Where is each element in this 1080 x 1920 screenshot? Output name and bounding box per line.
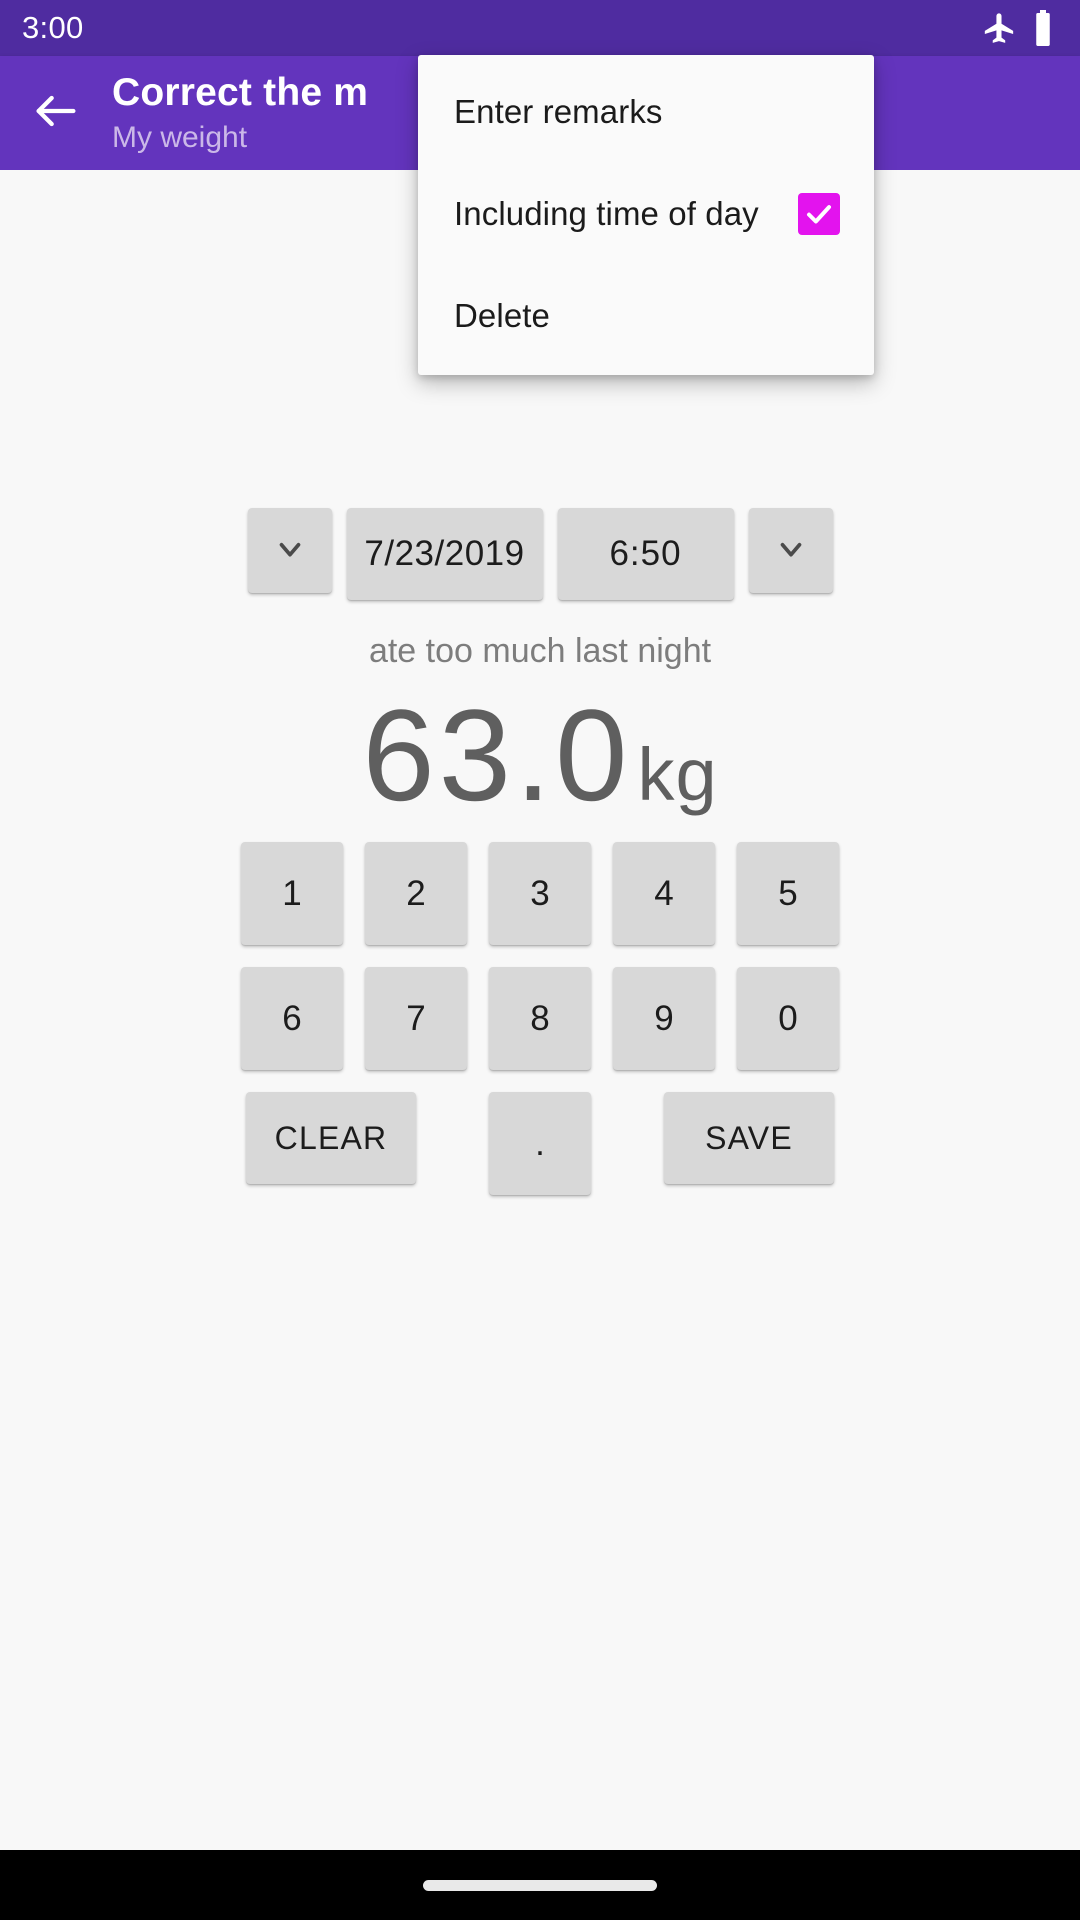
keypad-row-actions: CLEAR . SAVE	[246, 1092, 834, 1195]
status-bar: 3:00	[0, 0, 1080, 56]
toolbar-title-block: Correct the m My weight	[112, 56, 368, 170]
chevron-down-icon	[774, 532, 808, 569]
back-arrow-icon	[30, 85, 82, 142]
date-button[interactable]: 7/23/2019	[346, 508, 543, 600]
key-6[interactable]: 6	[241, 967, 343, 1070]
save-button[interactable]: SAVE	[664, 1092, 834, 1184]
chevron-down-icon	[273, 532, 307, 569]
status-clock: 3:00	[22, 10, 84, 45]
key-2[interactable]: 2	[365, 842, 467, 945]
menu-item-label: Enter remarks	[454, 93, 663, 130]
key-9[interactable]: 9	[613, 967, 715, 1070]
airplane-mode-icon	[982, 11, 1016, 45]
checkbox-checked-icon[interactable]	[798, 193, 840, 235]
status-icon-group	[982, 10, 1054, 46]
decimal-point-button[interactable]: .	[489, 1092, 591, 1195]
weight-display: 63.0 kg	[0, 680, 1080, 830]
system-navigation-bar	[0, 1850, 1080, 1920]
date-dropdown-button[interactable]	[247, 508, 332, 593]
menu-item-enter-remarks[interactable]: Enter remarks	[418, 61, 874, 163]
menu-item-including-time-of-day[interactable]: Including time of day	[418, 163, 874, 265]
overflow-popup-menu: Enter remarks Including time of day Dele…	[418, 55, 874, 375]
key-3[interactable]: 3	[489, 842, 591, 945]
phone-screen: 3:00 Correct the m My weight 7/23/2019 6…	[0, 0, 1080, 1920]
menu-item-delete[interactable]: Delete	[418, 265, 874, 367]
page-title: Correct the m	[112, 71, 369, 114]
battery-icon	[1032, 10, 1054, 46]
back-button[interactable]	[0, 56, 112, 170]
gesture-home-pill[interactable]	[423, 1879, 657, 1891]
key-1[interactable]: 1	[241, 842, 343, 945]
key-7[interactable]: 7	[365, 967, 467, 1070]
key-0[interactable]: 0	[737, 967, 839, 1070]
time-dropdown-button[interactable]	[748, 508, 833, 593]
remark-text: ate too much last night	[368, 632, 712, 670]
datetime-row: 7/23/2019 6:50	[0, 508, 1080, 600]
clear-button[interactable]: CLEAR	[246, 1092, 416, 1184]
keypad-row-1: 1 2 3 4 5	[241, 842, 839, 945]
menu-item-label: Including time of day	[454, 195, 759, 232]
menu-item-label: Delete	[454, 297, 550, 334]
key-4[interactable]: 4	[613, 842, 715, 945]
page-subtitle: My weight	[112, 121, 248, 154]
numeric-keypad: 1 2 3 4 5 6 7 8 9 0 CLEAR . SAVE	[0, 842, 1080, 1195]
content-area: 7/23/2019 6:50 ate too much last night 6…	[0, 170, 1080, 1860]
keypad-row-2: 6 7 8 9 0	[241, 967, 839, 1070]
key-5[interactable]: 5	[737, 842, 839, 945]
weight-value: 63.0	[362, 682, 632, 828]
key-8[interactable]: 8	[489, 967, 591, 1070]
weight-unit: kg	[637, 733, 718, 816]
time-button[interactable]: 6:50	[557, 508, 734, 600]
